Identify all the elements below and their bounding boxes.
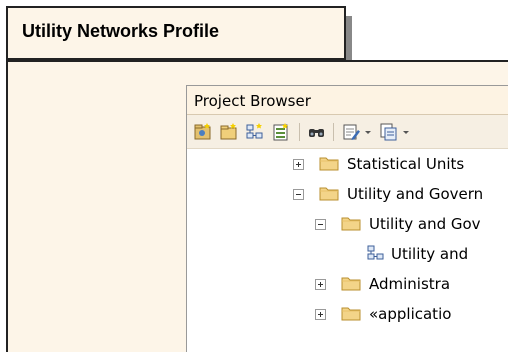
edit-note-icon[interactable] [341, 122, 361, 142]
new-package-icon[interactable] [219, 122, 239, 142]
expand-icon[interactable] [315, 309, 326, 320]
tree-item-label: Utility and Govern [347, 185, 484, 203]
project-browser-title: Project Browser [194, 92, 311, 110]
expand-icon[interactable] [293, 159, 304, 170]
new-model-icon[interactable] [193, 122, 213, 142]
toolbar-separator [299, 123, 300, 141]
folder-icon [341, 277, 361, 291]
tree-item-administrative[interactable]: Administra [187, 269, 508, 299]
toolbar-separator [333, 123, 334, 141]
dropdown-arrow-icon[interactable] [363, 122, 373, 142]
dropdown-arrow-icon[interactable] [401, 122, 411, 142]
collapse-icon[interactable] [293, 189, 304, 200]
project-browser-titlebar: Project Browser [187, 86, 508, 115]
folder-icon [341, 217, 361, 231]
diagram-title-tab: Utility Networks Profile [6, 6, 346, 60]
tree-item-label: Utility and [391, 245, 469, 263]
tree-item-label: Statistical Units [347, 155, 465, 173]
expand-icon[interactable] [315, 279, 326, 290]
folder-icon [341, 307, 361, 321]
tree-item-application-schema[interactable]: «applicatio [187, 299, 508, 329]
tree-item-label: «applicatio [369, 305, 452, 323]
tree-item-utility-and-diagram[interactable]: Utility and [187, 239, 508, 269]
tree-item-label: Utility and Gov [369, 215, 481, 233]
tree-item-label: Administra [369, 275, 451, 293]
copy-icon[interactable] [379, 122, 399, 142]
project-browser-toolbar [187, 115, 508, 149]
project-browser-tree: Statistical Units Utility and Govern Uti… [187, 149, 508, 352]
diagram-icon [367, 245, 384, 260]
title-tab-shadow [346, 16, 352, 60]
project-browser-window: Project Browser Statistical Units Utilit… [186, 85, 508, 352]
diagram-canvas: Utility Networks Profile Project Browser [0, 0, 508, 352]
collapse-icon[interactable] [315, 219, 326, 230]
folder-icon [319, 157, 339, 171]
new-element-icon[interactable] [271, 122, 291, 142]
tree-item-statistical-units[interactable]: Statistical Units [187, 149, 508, 179]
find-icon[interactable] [307, 122, 327, 142]
new-diagram-icon[interactable] [245, 122, 265, 142]
folder-icon [319, 187, 339, 201]
diagram-title: Utility Networks Profile [22, 21, 220, 41]
tree-item-utility-and-gov-sub[interactable]: Utility and Gov [187, 209, 508, 239]
frame-top-border [346, 60, 508, 62]
tree-item-utility-and-government[interactable]: Utility and Govern [187, 179, 508, 209]
